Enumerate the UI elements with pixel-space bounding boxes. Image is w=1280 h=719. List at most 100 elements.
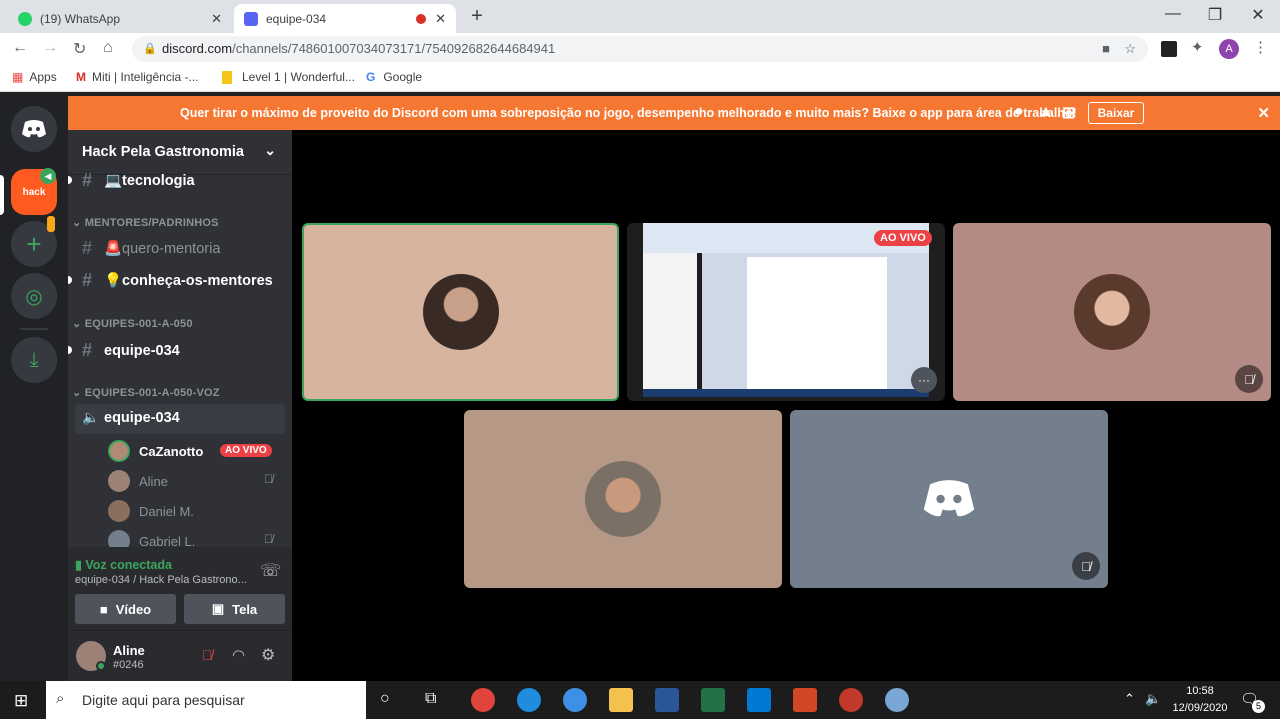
- channel-conheca-os-mentores[interactable]: # 💡conheça-os-mentores: [82, 270, 273, 291]
- video-button[interactable]: ■ Vídeo: [75, 594, 176, 624]
- tab-label: (19) WhatsApp: [40, 11, 121, 26]
- user-name: Aline: [139, 473, 168, 489]
- tab-equipe[interactable]: equipe-034 ✕: [234, 4, 456, 33]
- voice-channel-equipe-034[interactable]: 🔈 equipe-034: [82, 409, 180, 426]
- video-tile-daniel[interactable]: [464, 410, 782, 588]
- hash-icon: #: [82, 270, 93, 290]
- shared-pane: [643, 253, 697, 393]
- paint-icon[interactable]: [885, 688, 909, 712]
- video-label: Vídeo: [115, 601, 152, 617]
- screen-share-button[interactable]: ▣ Tela: [184, 594, 285, 624]
- download-icon[interactable]: ⤓: [11, 337, 57, 383]
- edge-icon[interactable]: [517, 688, 541, 712]
- voice-user-cazanotto[interactable]: CaZanotto: [108, 440, 203, 462]
- more-options-button[interactable]: ···: [911, 367, 937, 393]
- chrome-icon[interactable]: [471, 688, 495, 712]
- explore-compass-icon[interactable]: ◎: [11, 273, 57, 319]
- bookmark-label: Level 1 | Wonderful...: [242, 70, 355, 84]
- category-equipes-voz[interactable]: ⌄ EQUIPES-001-A-050-VOZ: [72, 386, 220, 399]
- clock-time[interactable]: 10:58: [1168, 685, 1232, 697]
- voice-user-aline[interactable]: Aline: [108, 470, 168, 492]
- camera-icon[interactable]: ■: [1102, 36, 1110, 62]
- menu-icon[interactable]: ⋮: [1253, 38, 1268, 56]
- bookmarks-bar: ▦ Apps M Miti | Inteligência -... Level 1 …: [0, 65, 1280, 92]
- url-bar[interactable]: 🔒 discord.com/channels/74860100703407317…: [132, 36, 1148, 62]
- home-icon[interactable]: ⌂: [103, 39, 113, 57]
- disconnect-call-icon[interactable]: ☏: [260, 561, 281, 581]
- forward-icon[interactable]: →: [42, 39, 58, 57]
- category-label: EQUIPES-001-A-050: [84, 318, 193, 330]
- bookmark-label: Miti | Inteligência -...: [92, 70, 199, 84]
- video-tile-cazanotto[interactable]: [302, 223, 619, 401]
- channel-tecnologia[interactable]: # 💻tecnologia: [82, 170, 195, 191]
- url-host: discord.com: [162, 41, 233, 56]
- category-equipes[interactable]: ⌄ EQUIPES-001-A-050: [72, 317, 193, 330]
- address-row: ← → ↻ ⌂ 🔒 discord.com/channels/748601007…: [0, 33, 1280, 65]
- search-icon: ⌕: [56, 690, 65, 707]
- category-mentores[interactable]: ⌄ MENTORES/PADRINHOS: [72, 216, 219, 229]
- settings-gear-icon[interactable]: ⚙: [261, 645, 275, 665]
- volume-icon[interactable]: 🔈: [1145, 691, 1161, 707]
- avatar: [108, 440, 130, 462]
- video-tile-gabriel[interactable]: 🎙̸: [790, 410, 1108, 588]
- hash-icon: #: [82, 340, 93, 360]
- voice-user-daniel[interactable]: Daniel M.: [108, 500, 194, 522]
- excel-icon[interactable]: [701, 688, 725, 712]
- back-icon[interactable]: ←: [12, 39, 28, 57]
- close-tab-icon[interactable]: ✕: [435, 11, 446, 27]
- word-icon[interactable]: [655, 688, 679, 712]
- divider: [20, 328, 48, 330]
- bookmark-gmail[interactable]: M Miti | Inteligência -...: [76, 70, 199, 84]
- maximize-button[interactable]: ❐: [1200, 5, 1230, 25]
- reload-icon[interactable]: ↻: [73, 39, 86, 59]
- tab-whatsapp[interactable]: (19) WhatsApp ✕: [8, 4, 232, 33]
- mic-muted-icon[interactable]: 🎙̸: [202, 647, 213, 663]
- clock-date[interactable]: 12/09/2020: [1166, 702, 1234, 714]
- channel-quero-mentoria[interactable]: # 🚨quero-mentoria: [82, 238, 220, 259]
- powerpoint-icon[interactable]: [793, 688, 817, 712]
- voice-status: ▮ Voz conectada: [75, 557, 172, 572]
- bookmark-google[interactable]: G Google: [366, 70, 422, 84]
- internet-explorer-icon[interactable]: [563, 688, 587, 712]
- download-button[interactable]: Baixar: [1088, 102, 1144, 124]
- hash-icon: #: [82, 170, 93, 190]
- app-icon[interactable]: [839, 688, 863, 712]
- recording-icon: [416, 13, 426, 24]
- close-banner-icon[interactable]: ✕: [1257, 104, 1270, 122]
- headphones-icon[interactable]: ◠: [232, 646, 245, 664]
- profile-avatar[interactable]: A: [1219, 39, 1239, 59]
- windows-icon: ⊞: [1062, 105, 1076, 122]
- live-badge: AO VIVO: [874, 230, 932, 246]
- user-tag: #0246: [113, 659, 144, 671]
- task-view-icon[interactable]: ⧉: [425, 690, 436, 708]
- extension-icon[interactable]: [1161, 41, 1177, 57]
- channel-equipe-034[interactable]: # equipe-034: [82, 340, 180, 361]
- outlook-icon[interactable]: [747, 688, 771, 712]
- video-tile-aline[interactable]: 🎙̸: [953, 223, 1271, 401]
- mic-muted-icon: 🎙̸: [264, 532, 273, 546]
- server-header[interactable]: Hack Pela Gastronomia ⌄: [68, 130, 292, 175]
- new-tab-button[interactable]: +: [464, 4, 490, 30]
- active-server-pill: [0, 175, 4, 215]
- puzzle-icon[interactable]: ✦: [1191, 38, 1204, 56]
- mic-muted-icon: 🎙̸: [1235, 365, 1263, 393]
- windows-start-icon[interactable]: ⊞: [14, 691, 28, 711]
- screen-share-tile[interactable]: AO VIVO ···: [627, 223, 945, 401]
- file-explorer-icon[interactable]: [609, 688, 633, 712]
- discord-avatar-icon: [911, 461, 987, 537]
- chevron-down-icon: ⌄: [264, 142, 276, 158]
- minimize-button[interactable]: —: [1158, 5, 1188, 23]
- bookmark-level[interactable]: Level 1 | Wonderful...: [222, 70, 355, 84]
- channel-label: 💻tecnologia: [104, 173, 195, 189]
- discord-home-icon[interactable]: [11, 106, 57, 152]
- taskbar-search[interactable]: ⌕ Digite aqui para pesquisar: [46, 681, 366, 719]
- close-tab-icon[interactable]: ✕: [211, 11, 222, 27]
- voice-location[interactable]: equipe-034 / Hack Pela Gastrono...: [75, 574, 247, 586]
- star-icon[interactable]: ☆: [1124, 36, 1136, 62]
- server-hack-label: hack: [22, 186, 46, 198]
- tray-chevron-icon[interactable]: ⌃: [1124, 691, 1135, 707]
- video-grid: AO VIVO ··· 🎙̸ 🎙̸: [292, 130, 1280, 681]
- bookmark-apps[interactable]: ▦ Apps: [12, 70, 57, 84]
- cortana-icon[interactable]: ○: [380, 690, 390, 708]
- close-window-button[interactable]: ✕: [1243, 5, 1273, 25]
